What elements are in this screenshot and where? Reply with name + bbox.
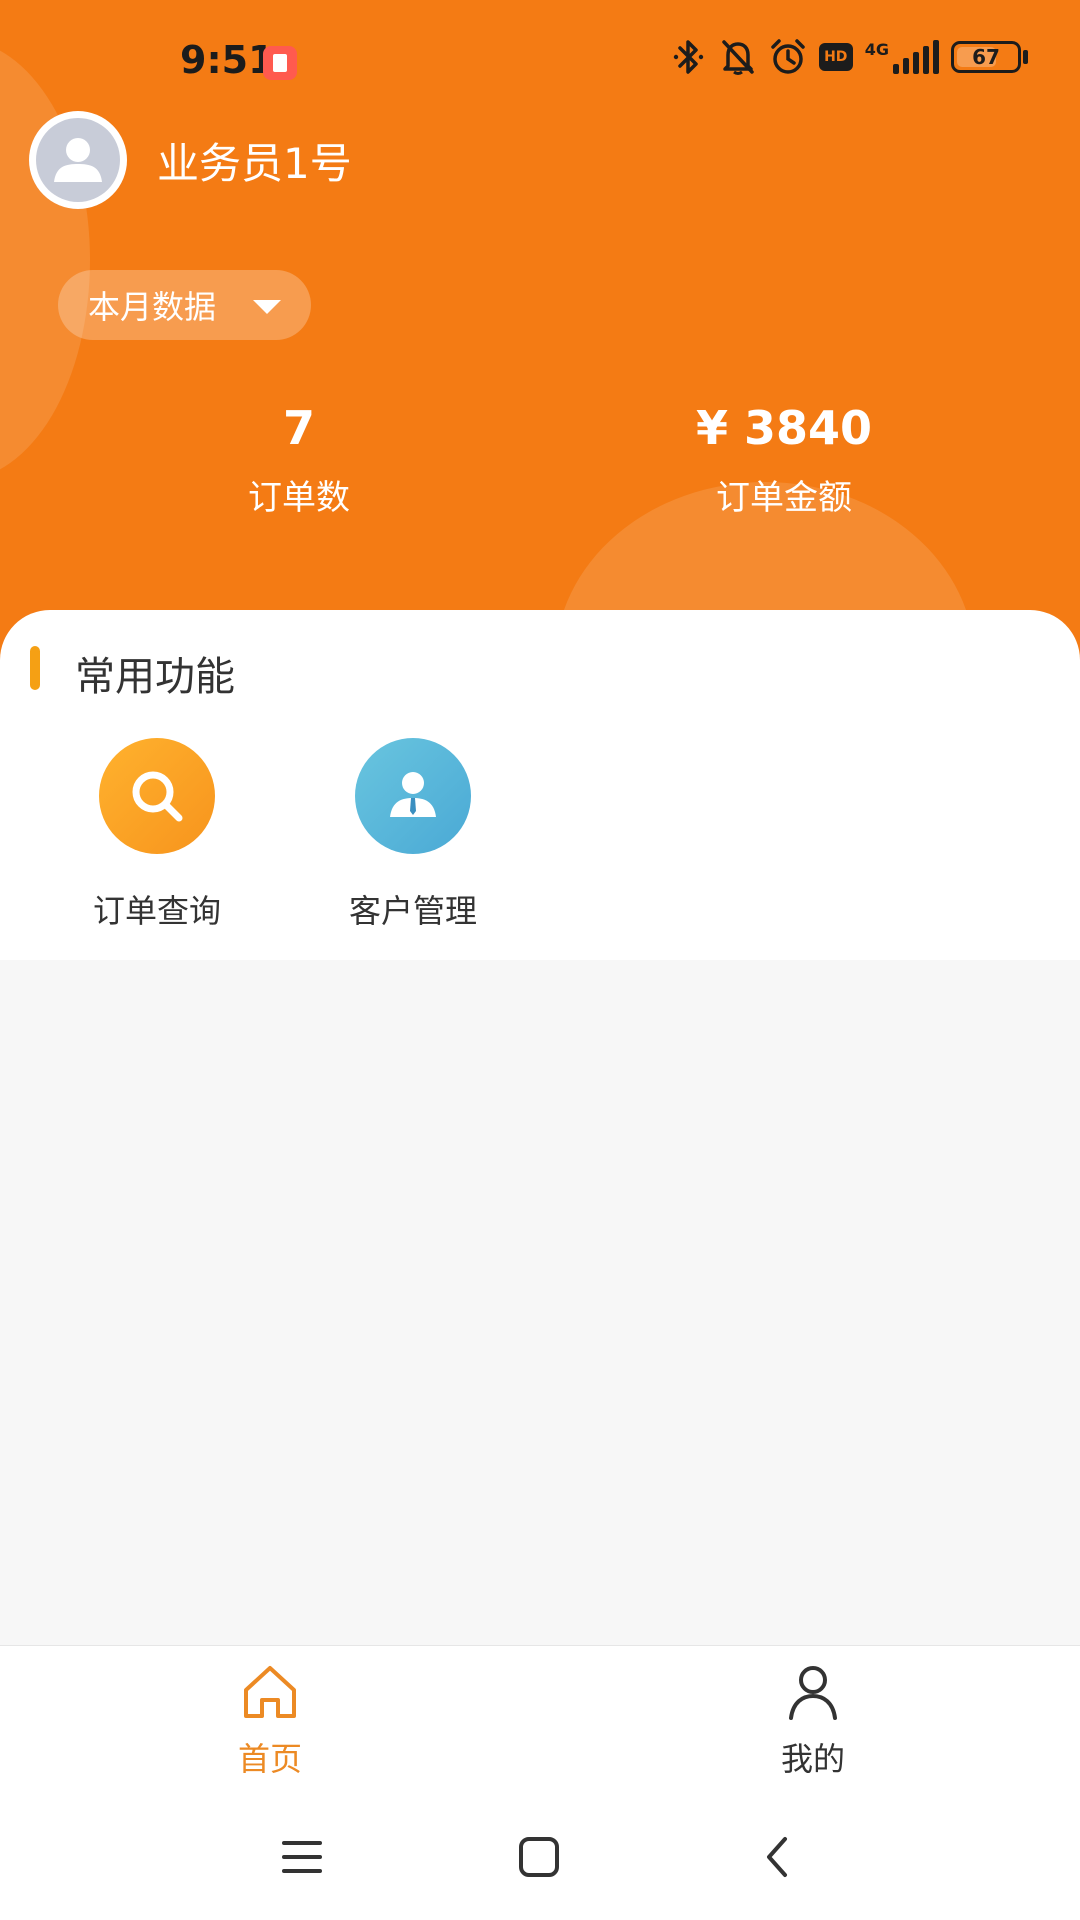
section-title: 常用功能 [75, 654, 235, 700]
avatar[interactable] [29, 111, 127, 209]
tab-mine-label: 我的 [780, 1740, 845, 1778]
tab-home[interactable]: 首页 [180, 1660, 360, 1780]
status-bar: 9:51 HD 4G 67 [0, 0, 1080, 120]
avatar-person-icon [36, 118, 120, 202]
search-icon [99, 738, 215, 854]
period-label: 本月数据 [88, 288, 217, 326]
tab-home-label: 首页 [237, 1740, 302, 1778]
tab-mine[interactable]: 我的 [723, 1660, 903, 1780]
battery-cap [1023, 50, 1028, 64]
signal-bars [893, 40, 939, 74]
order-query-button[interactable]: 订单查询 [57, 738, 257, 932]
chevron-down-icon [253, 300, 281, 314]
customer-management-label: 客户管理 [348, 892, 477, 930]
user-icon [781, 1660, 845, 1724]
tab-bar: 首页 我的 [0, 1645, 1080, 1795]
order-amount-value: ¥ 3840 [695, 401, 873, 455]
battery-body: 67 [951, 41, 1021, 73]
notification-badge-icon [263, 46, 297, 80]
battery-level: 67 [972, 45, 1000, 69]
battery-icon: 67 [951, 41, 1028, 73]
mute-bell-icon [719, 38, 757, 76]
status-icons: HD 4G 67 [669, 38, 1028, 76]
alarm-icon [769, 38, 807, 76]
signal-icon: 4G [865, 40, 939, 74]
back-icon[interactable] [745, 1825, 809, 1889]
system-nav-bar [0, 1795, 1080, 1920]
network-type: 4G [864, 40, 889, 59]
menu-icon[interactable] [270, 1825, 334, 1889]
stat-order-amount: ¥ 3840 订单金额 [634, 398, 934, 519]
user-name: 业务员1号 [157, 139, 352, 188]
order-query-label: 订单查询 [92, 892, 221, 930]
header: 9:51 HD 4G 67 业务员1号 本月数据 7 订单数 ¥ 3840 订单… [0, 0, 1080, 660]
customer-icon [355, 738, 471, 854]
order-amount-label: 订单金额 [716, 478, 852, 518]
common-functions-card: 常用功能 订单查询 客户管理 [0, 610, 1080, 960]
home-square-icon[interactable] [507, 1825, 571, 1889]
section-accent-bar [30, 646, 40, 690]
stat-order-count: 7 订单数 [149, 398, 449, 519]
home-icon [238, 1660, 302, 1724]
period-dropdown[interactable]: 本月数据 [58, 270, 311, 340]
order-count-value: 7 [282, 401, 315, 455]
customer-management-button[interactable]: 客户管理 [313, 738, 513, 932]
status-time: 9:51 [180, 38, 275, 82]
hd-icon: HD [818, 43, 853, 71]
order-count-label: 订单数 [248, 478, 350, 518]
bluetooth-icon [669, 38, 707, 76]
